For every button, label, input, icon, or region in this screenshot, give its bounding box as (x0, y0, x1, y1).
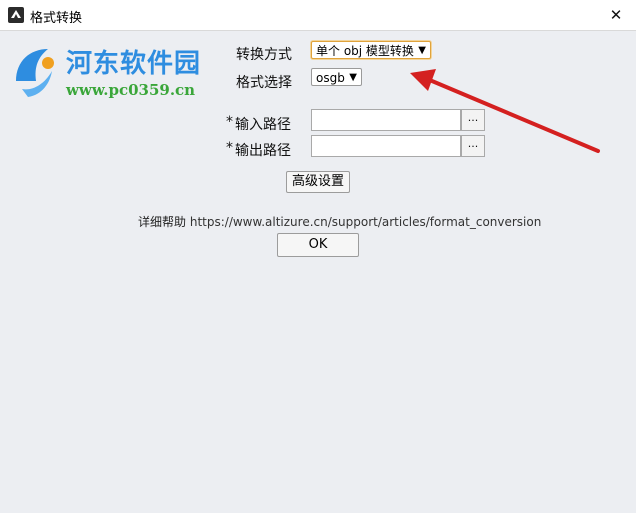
window-title: 格式转换 (30, 11, 83, 26)
close-button[interactable]: ✕ (596, 0, 636, 30)
annotation-arrow-icon (410, 69, 600, 153)
app-icon (8, 7, 24, 23)
title-bar[interactable]: 格式转换 ✕ (0, 0, 636, 31)
dialog-body: 河东软件园 www.pc0359.cn 转换方式 单个 obj 模型转换 ▼ 格… (0, 31, 636, 513)
